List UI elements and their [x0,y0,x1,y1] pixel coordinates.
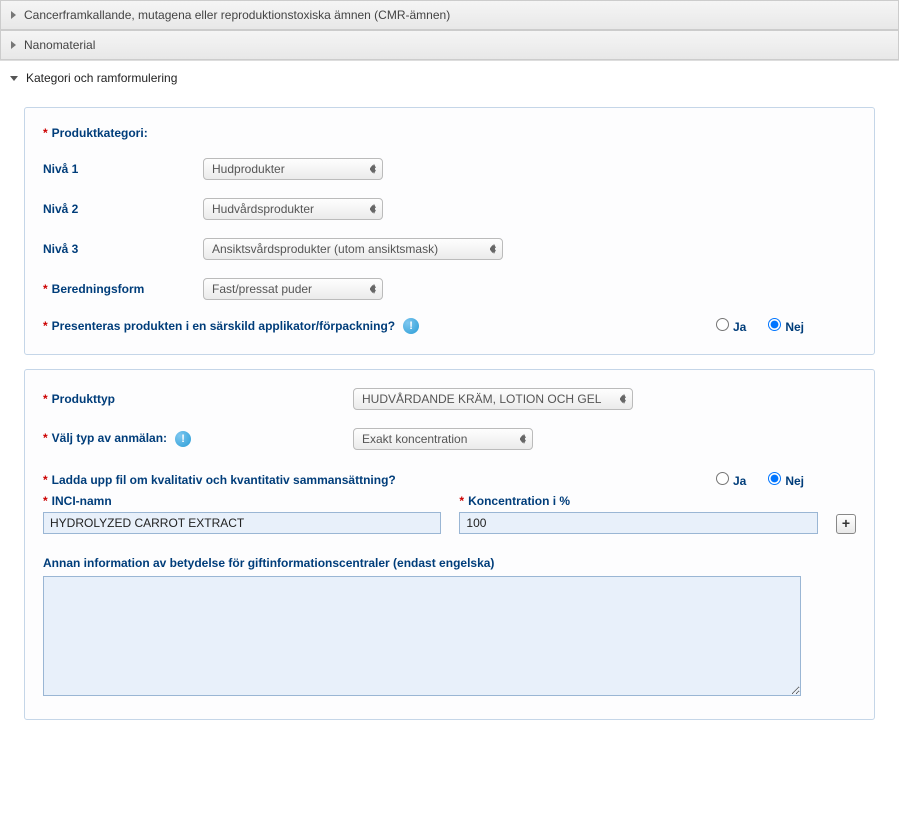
required-icon: * [43,126,48,140]
beredningsform-label: * Beredningsform [43,282,203,296]
add-row-button[interactable]: + [836,514,856,534]
inci-input[interactable] [43,512,441,534]
anmalan-select-wrap: Exakt koncentration ▴▾ [353,428,533,450]
niva3-select-wrap: Ansiktsvårdsprodukter (utom ansiktsmask)… [203,238,503,260]
koncentration-column: * Koncentration i % [459,494,818,534]
accordion-title: Cancerframkallande, mutagena eller repro… [24,8,450,22]
applikator-ja-radio[interactable] [716,318,729,331]
ja-label: Ja [733,474,746,488]
annan-info-textarea[interactable] [43,576,801,696]
niva2-select-wrap: Hudvårdsprodukter ▴▾ [203,198,383,220]
accordion-nanomaterial[interactable]: Nanomaterial [0,30,899,60]
kategori-content: * Produktkategori: Nivå 1 Hudprodukter ▴… [0,91,899,754]
accordion-cmr[interactable]: Cancerframkallande, mutagena eller repro… [0,0,899,30]
accordion-title: Nanomaterial [24,38,95,52]
beredningsform-select-wrap: Fast/pressat puder ▴▾ [203,278,383,300]
info-icon[interactable]: ! [175,431,191,447]
required-icon: * [43,319,48,333]
anmalan-label: * Välj typ av anmälan: ! [43,431,353,447]
ladda-ja-radio[interactable] [716,472,729,485]
inci-label: * INCI-namn [43,494,441,508]
info-icon[interactable]: ! [403,318,419,334]
accordion-title: Kategori och ramformulering [26,71,177,85]
chevron-down-icon [10,76,18,81]
produkttyp-select-wrap: HUDVÅRDANDE KRÄM, LOTION OCH GEL ▴▾ [353,388,633,410]
ladda-upp-question: * Ladda upp fil om kvalitativ och kvanti… [43,473,396,487]
produktkategori-label: * Produktkategori: [43,126,203,140]
ladda-radio-group: Ja Nej [716,472,856,488]
niva2-select[interactable]: Hudvårdsprodukter [203,198,383,220]
niva3-label: Nivå 3 [43,242,203,256]
ja-label: Ja [733,320,746,334]
required-icon: * [43,473,48,487]
niva2-label: Nivå 2 [43,202,203,216]
produkttyp-panel: * Produkttyp HUDVÅRDANDE KRÄM, LOTION OC… [24,369,875,720]
nej-label: Nej [785,474,804,488]
anmalan-select[interactable]: Exakt koncentration [353,428,533,450]
required-icon: * [43,494,48,508]
produkttyp-label: * Produkttyp [43,392,353,406]
ladda-nej-radio[interactable] [768,472,781,485]
produktkategori-panel: * Produktkategori: Nivå 1 Hudprodukter ▴… [24,107,875,355]
required-icon: * [43,392,48,406]
required-icon: * [43,431,48,445]
produkttyp-select[interactable]: HUDVÅRDANDE KRÄM, LOTION OCH GEL [353,388,633,410]
annan-info-label: Annan information av betydelse för gifti… [43,556,856,570]
applikator-radio-group: Ja Nej [716,318,856,334]
applikator-question: * Presenteras produkten i en särskild ap… [43,318,419,334]
required-icon: * [459,494,464,508]
accordion-kategori[interactable]: Kategori och ramformulering [0,60,899,91]
nej-label: Nej [785,320,804,334]
inci-column: * INCI-namn [43,494,441,534]
beredningsform-select[interactable]: Fast/pressat puder [203,278,383,300]
niva1-select-wrap: Hudprodukter ▴▾ [203,158,383,180]
koncentration-input[interactable] [459,512,818,534]
koncentration-label: * Koncentration i % [459,494,818,508]
required-icon: * [43,282,48,296]
niva1-select[interactable]: Hudprodukter [203,158,383,180]
chevron-right-icon [11,11,16,19]
chevron-right-icon [11,41,16,49]
niva1-label: Nivå 1 [43,162,203,176]
applikator-nej-radio[interactable] [768,318,781,331]
niva3-select[interactable]: Ansiktsvårdsprodukter (utom ansiktsmask) [203,238,503,260]
